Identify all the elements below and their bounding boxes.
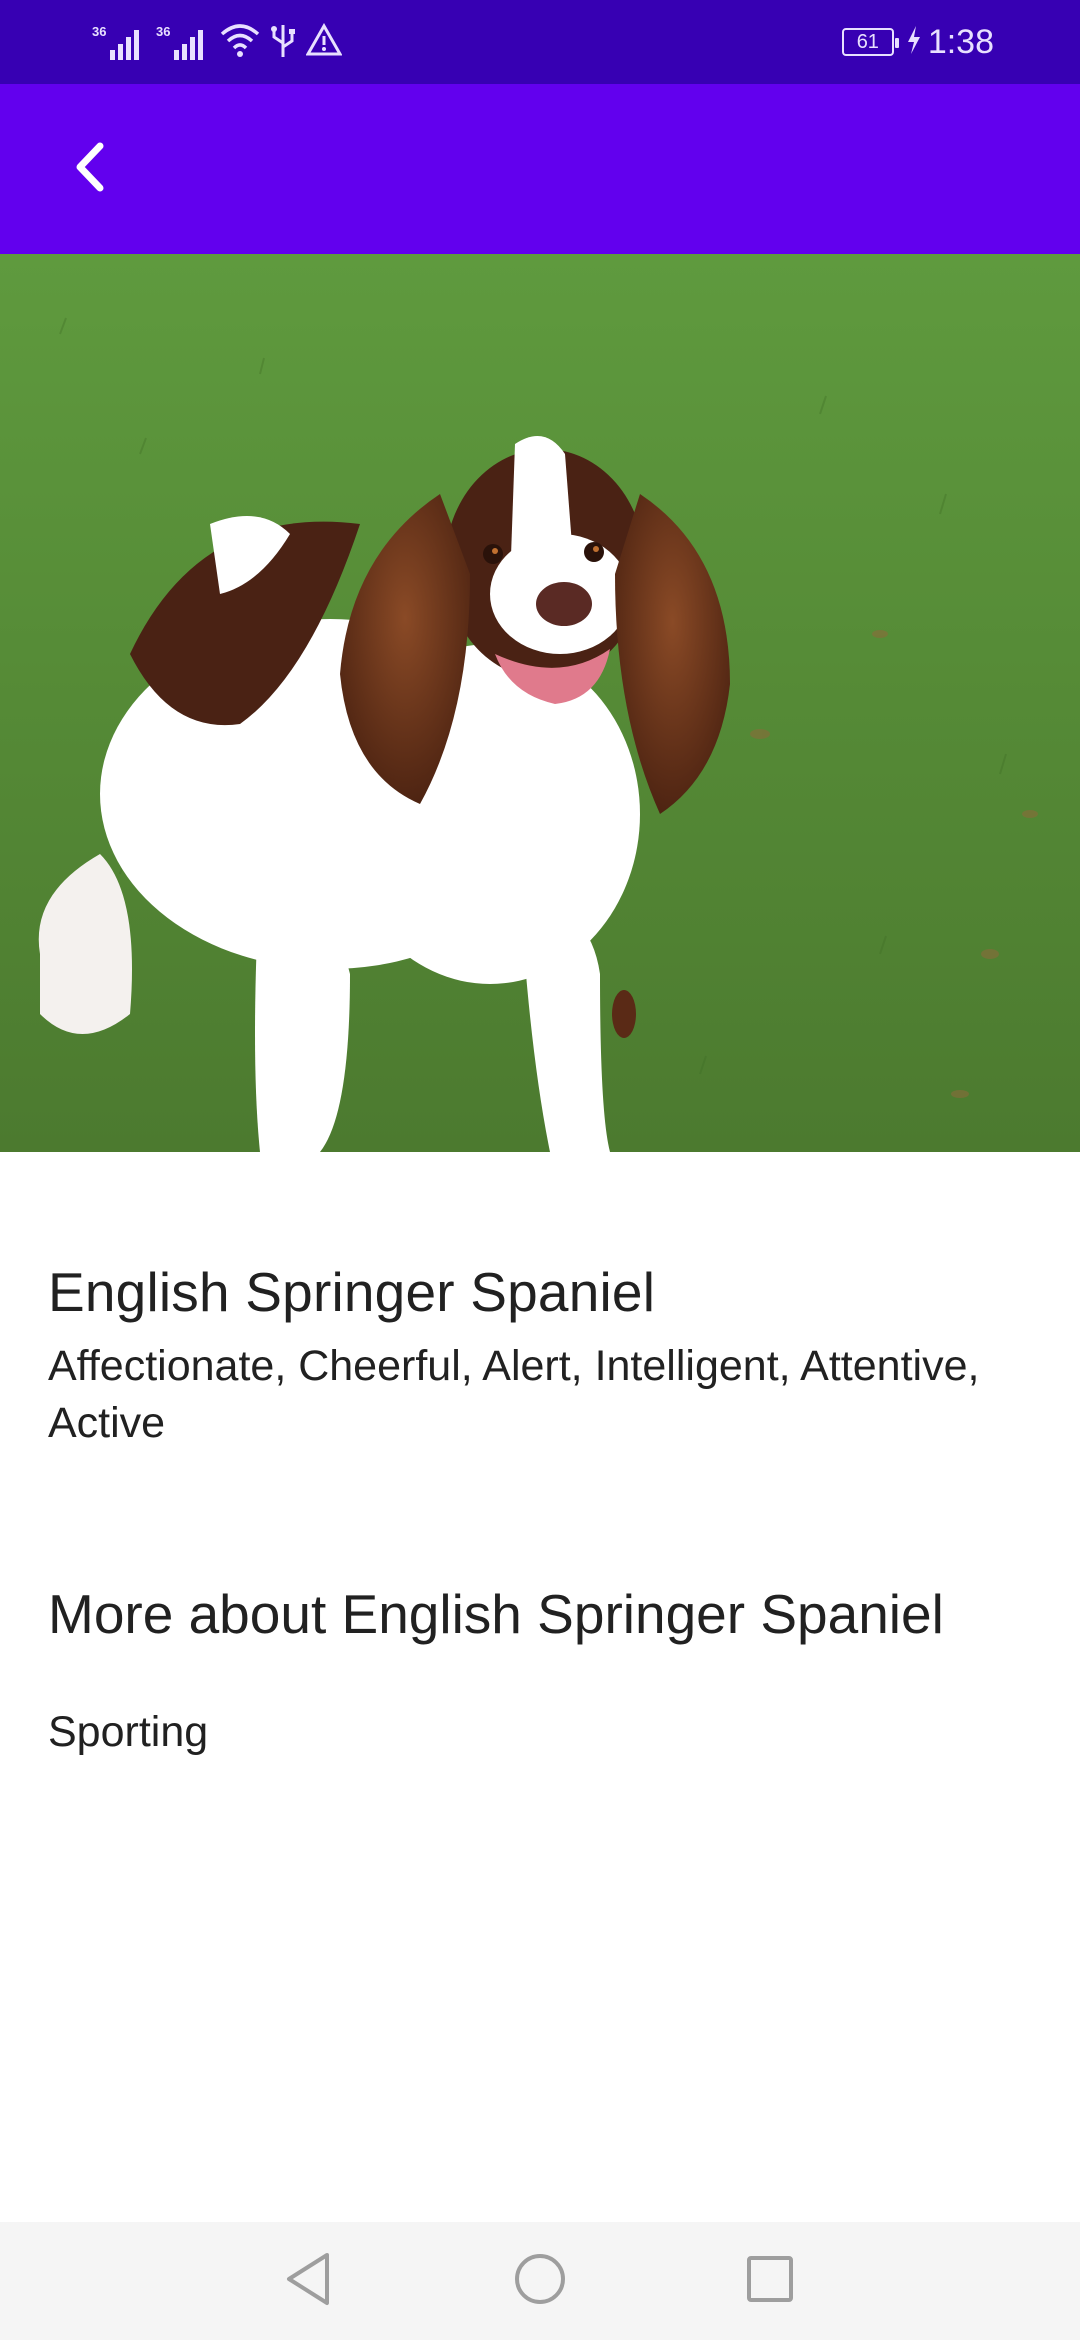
battery-icon: 61	[841, 28, 899, 56]
status-icons-left: 36 36	[92, 20, 343, 64]
signal-label: 36	[156, 24, 171, 39]
nav-recents-button[interactable]	[735, 2246, 805, 2316]
more-about-title: More about English Springer Spaniel	[48, 1583, 944, 1645]
warning-icon	[305, 22, 343, 62]
home-circle-icon	[512, 2251, 568, 2312]
system-nav-bar	[0, 2222, 1080, 2340]
app-bar	[0, 84, 1080, 254]
nav-home-button[interactable]	[505, 2246, 575, 2316]
back-button[interactable]	[50, 129, 130, 209]
signal-icon: 36	[92, 22, 146, 62]
usb-icon	[270, 21, 296, 64]
charging-icon	[906, 25, 922, 60]
signal-label: 36	[92, 24, 107, 39]
recents-square-icon	[744, 2253, 796, 2310]
status-bar: 36 36 61 1:38	[0, 0, 1080, 84]
breed-group: Sporting	[48, 1708, 209, 1756]
breed-details: English Springer Spaniel Affectionate, C…	[0, 1152, 1080, 2222]
signal-icon: 36	[156, 22, 210, 62]
status-time: 1:38	[927, 22, 994, 61]
screen: 36 36 61 1:38 English Springer Spaniel A…	[0, 0, 1080, 2340]
back-triangle-icon	[283, 2251, 333, 2312]
nav-back-button[interactable]	[273, 2246, 343, 2316]
dog-photo	[0, 254, 1080, 1152]
chevron-left-icon	[70, 142, 110, 197]
breed-temperament: Affectionate, Cheerful, Alert, Intellige…	[48, 1342, 980, 1447]
wifi-icon	[220, 22, 260, 63]
status-icons-right: 61 1:38	[841, 18, 994, 66]
breed-name: English Springer Spaniel	[48, 1261, 656, 1323]
battery-level: 61	[856, 30, 879, 53]
